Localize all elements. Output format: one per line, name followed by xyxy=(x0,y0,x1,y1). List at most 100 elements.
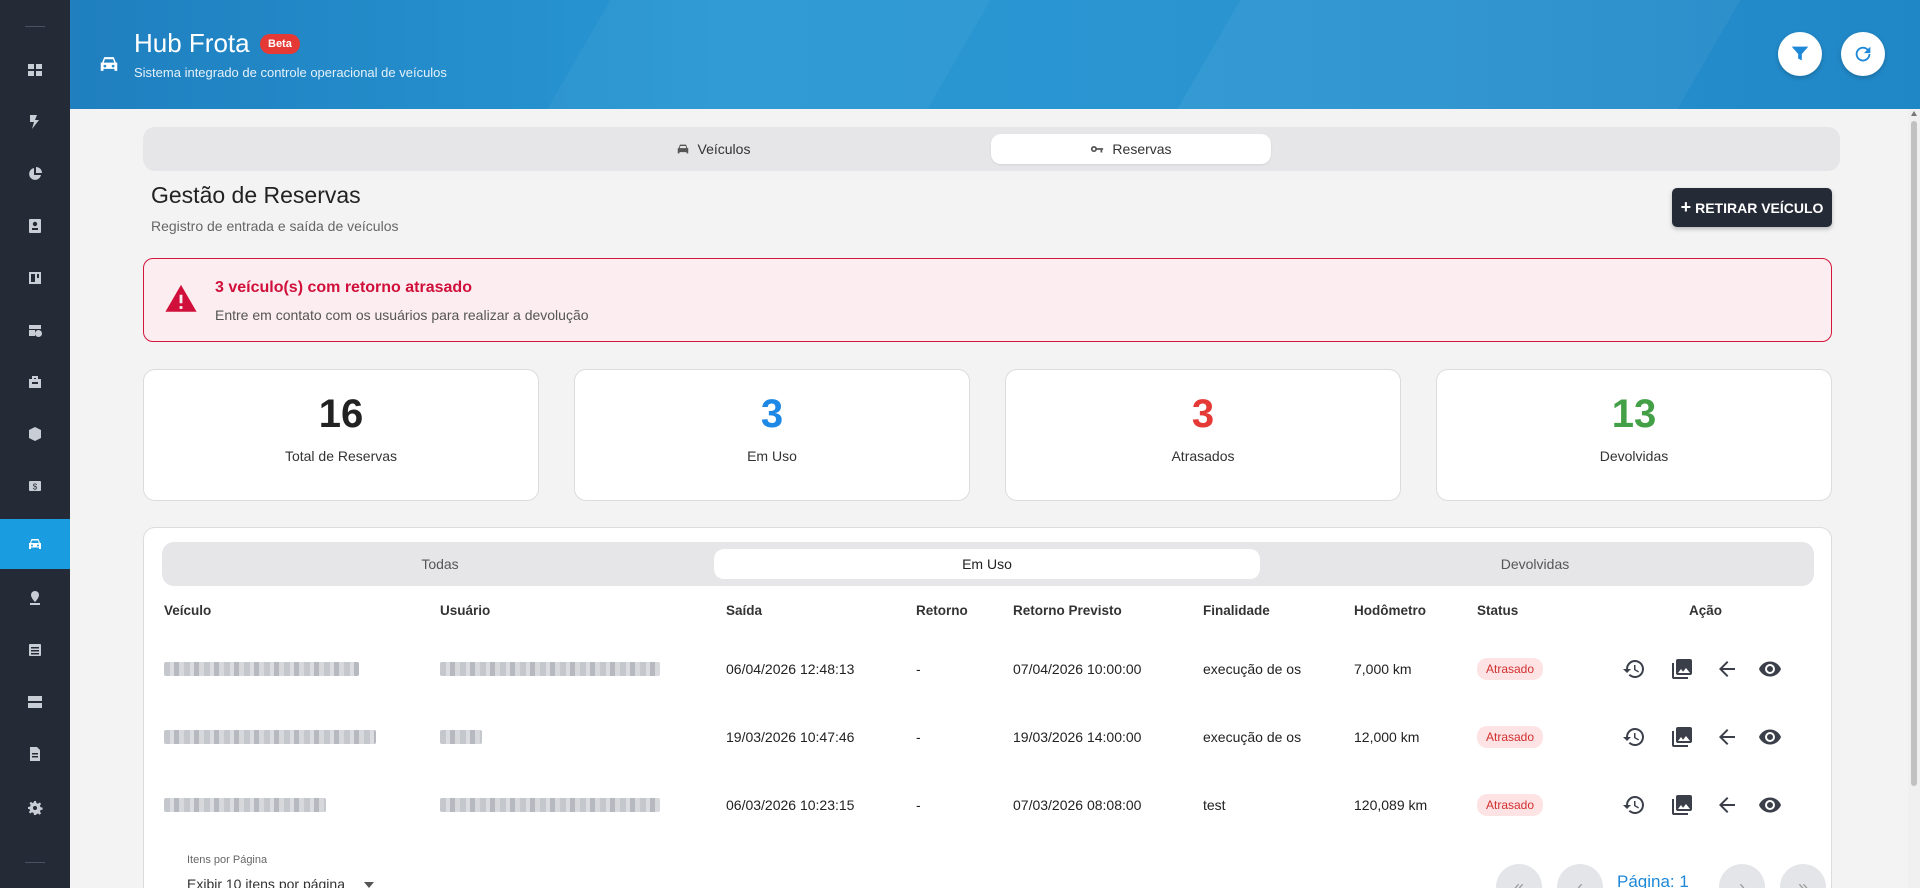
redacted-user xyxy=(440,730,482,744)
prev-page-button[interactable]: ‹ xyxy=(1557,864,1603,888)
view-eye-icon[interactable] xyxy=(1758,793,1782,817)
retirar-veiculo-button[interactable]: + RETIRAR VEÍCULO xyxy=(1672,188,1832,227)
cell-retorno-previsto: 19/03/2026 14:00:00 xyxy=(1013,729,1142,745)
column-header-retorno: Retorno xyxy=(916,603,968,618)
double-chevron-left-icon: « xyxy=(1513,876,1524,888)
cell-finalidade: execução de os xyxy=(1203,661,1302,677)
view-eye-icon[interactable] xyxy=(1758,657,1782,681)
items-per-page-label: Itens por Página xyxy=(187,854,268,866)
view-eye-icon[interactable] xyxy=(1758,725,1782,749)
history-icon[interactable] xyxy=(1622,793,1646,817)
board-icon[interactable] xyxy=(0,253,70,303)
dashboard-icon[interactable] xyxy=(0,45,70,95)
app-header: Hub Frota Beta Sistema integrado de cont… xyxy=(70,0,1920,109)
car-icon xyxy=(98,53,120,75)
return-arrow-icon[interactable] xyxy=(1715,725,1739,749)
first-page-button[interactable]: « xyxy=(1496,864,1542,888)
alert-text: Entre em contato com os usuários para re… xyxy=(215,307,589,323)
location-icon[interactable] xyxy=(0,573,70,623)
return-arrow-icon[interactable] xyxy=(1715,657,1739,681)
document-icon[interactable] xyxy=(0,729,70,779)
tab-veiculos[interactable]: Veículos xyxy=(573,134,853,164)
scrollbar[interactable] xyxy=(1908,109,1920,888)
photos-icon[interactable] xyxy=(1670,725,1694,749)
package-icon[interactable] xyxy=(0,409,70,459)
stat-card-atrasados: 3 Atrasados xyxy=(1005,369,1401,501)
history-icon[interactable] xyxy=(1622,725,1646,749)
cell-hodometro: 7,000 km xyxy=(1354,661,1412,677)
app-title: Hub Frota xyxy=(134,28,250,58)
scroll-up-icon[interactable] xyxy=(1911,111,1917,116)
tab-em-uso[interactable]: Em Uso xyxy=(714,549,1260,579)
stat-card-em-uso: 3 Em Uso xyxy=(574,369,970,501)
contact-card-icon[interactable] xyxy=(0,201,70,251)
filter-tabs: Todas Em Uso Devolvidas xyxy=(162,542,1814,586)
redacted-vehicle xyxy=(164,798,326,812)
return-arrow-icon[interactable] xyxy=(1715,793,1739,817)
stat-value: 3 xyxy=(760,392,784,436)
toolbox-icon[interactable] xyxy=(0,357,70,407)
money-icon[interactable]: $ xyxy=(0,461,70,511)
redacted-user xyxy=(440,798,660,812)
photos-icon[interactable] xyxy=(1670,657,1694,681)
list-icon[interactable] xyxy=(0,625,70,675)
cell-retorno-previsto: 07/04/2026 10:00:00 xyxy=(1013,661,1142,677)
refresh-button[interactable] xyxy=(1841,32,1885,76)
status-badge: Atrasado xyxy=(1477,726,1544,748)
button-label: RETIRAR VEÍCULO xyxy=(1695,199,1824,216)
pie-chart-icon[interactable] xyxy=(0,149,70,199)
warning-icon xyxy=(164,282,198,316)
gear-icon[interactable] xyxy=(0,783,70,833)
filter-button[interactable] xyxy=(1778,32,1822,76)
main-tabs: Veículos Reservas xyxy=(143,127,1840,171)
stat-value: 13 xyxy=(1611,392,1657,436)
stat-label: Devolvidas xyxy=(1599,448,1669,464)
page-indicator: Página: 1 xyxy=(1617,872,1689,888)
last-page-button[interactable]: » xyxy=(1780,864,1826,888)
stat-value: 16 xyxy=(318,392,364,436)
chevron-left-icon: ‹ xyxy=(1577,876,1583,888)
redacted-user xyxy=(440,662,660,676)
calendar-clock-icon[interactable] xyxy=(0,305,70,355)
server-icon[interactable] xyxy=(0,677,70,727)
cell-hodometro: 12,000 km xyxy=(1354,729,1420,745)
key-icon xyxy=(1091,145,1104,153)
refresh-icon xyxy=(1855,46,1871,62)
redacted-vehicle xyxy=(164,662,359,676)
double-chevron-right-icon: » xyxy=(1797,876,1808,888)
app-subtitle: Sistema integrado de controle operaciona… xyxy=(134,65,447,80)
status-badge: Atrasado xyxy=(1477,658,1544,680)
tab-label: Veículos xyxy=(697,141,751,157)
next-page-button[interactable]: › xyxy=(1719,864,1765,888)
filter-icon xyxy=(1791,46,1809,61)
tab-todas[interactable]: Todas xyxy=(172,549,708,579)
stat-card-devolvidas: 13 Devolvidas xyxy=(1436,369,1832,501)
items-per-page-select[interactable]: Exibir 10 itens por página xyxy=(187,876,345,888)
flash-icon[interactable] xyxy=(0,97,70,147)
tab-devolvidas[interactable]: Devolvidas xyxy=(1266,549,1804,579)
alert-title: 3 veículo(s) com retorno atrasado xyxy=(215,279,472,296)
scroll-thumb[interactable] xyxy=(1911,121,1917,786)
page-subtitle: Registro de entrada e saída de veículos xyxy=(151,218,399,234)
column-header-hodometro: Hodômetro xyxy=(1354,603,1426,618)
car-icon[interactable] xyxy=(0,519,70,569)
column-header-acao: Ação xyxy=(1689,603,1723,618)
table-row: 06/04/2026 12:48:13 - 07/04/2026 10:00:0… xyxy=(144,635,1833,703)
history-icon[interactable] xyxy=(1622,657,1646,681)
stat-value: 3 xyxy=(1191,392,1215,436)
cell-hodometro: 120,089 km xyxy=(1354,797,1428,813)
tab-label: Reservas xyxy=(1112,141,1172,157)
cell-saida: 06/03/2026 10:23:15 xyxy=(726,797,855,813)
column-header-usuario: Usuário xyxy=(440,603,491,618)
tab-reservas[interactable]: Reservas xyxy=(991,134,1271,164)
page-title: Gestão de Reservas xyxy=(151,182,361,208)
cell-finalidade: test xyxy=(1203,797,1226,813)
sidebar-divider xyxy=(25,862,45,863)
column-header-finalidade: Finalidade xyxy=(1203,603,1270,618)
status-badge: Atrasado xyxy=(1477,794,1544,816)
photos-icon[interactable] xyxy=(1670,793,1694,817)
column-header-status: Status xyxy=(1477,603,1519,618)
cell-finalidade: execução de os xyxy=(1203,729,1302,745)
cell-retorno: - xyxy=(916,729,921,745)
stat-label: Atrasados xyxy=(1171,448,1235,464)
